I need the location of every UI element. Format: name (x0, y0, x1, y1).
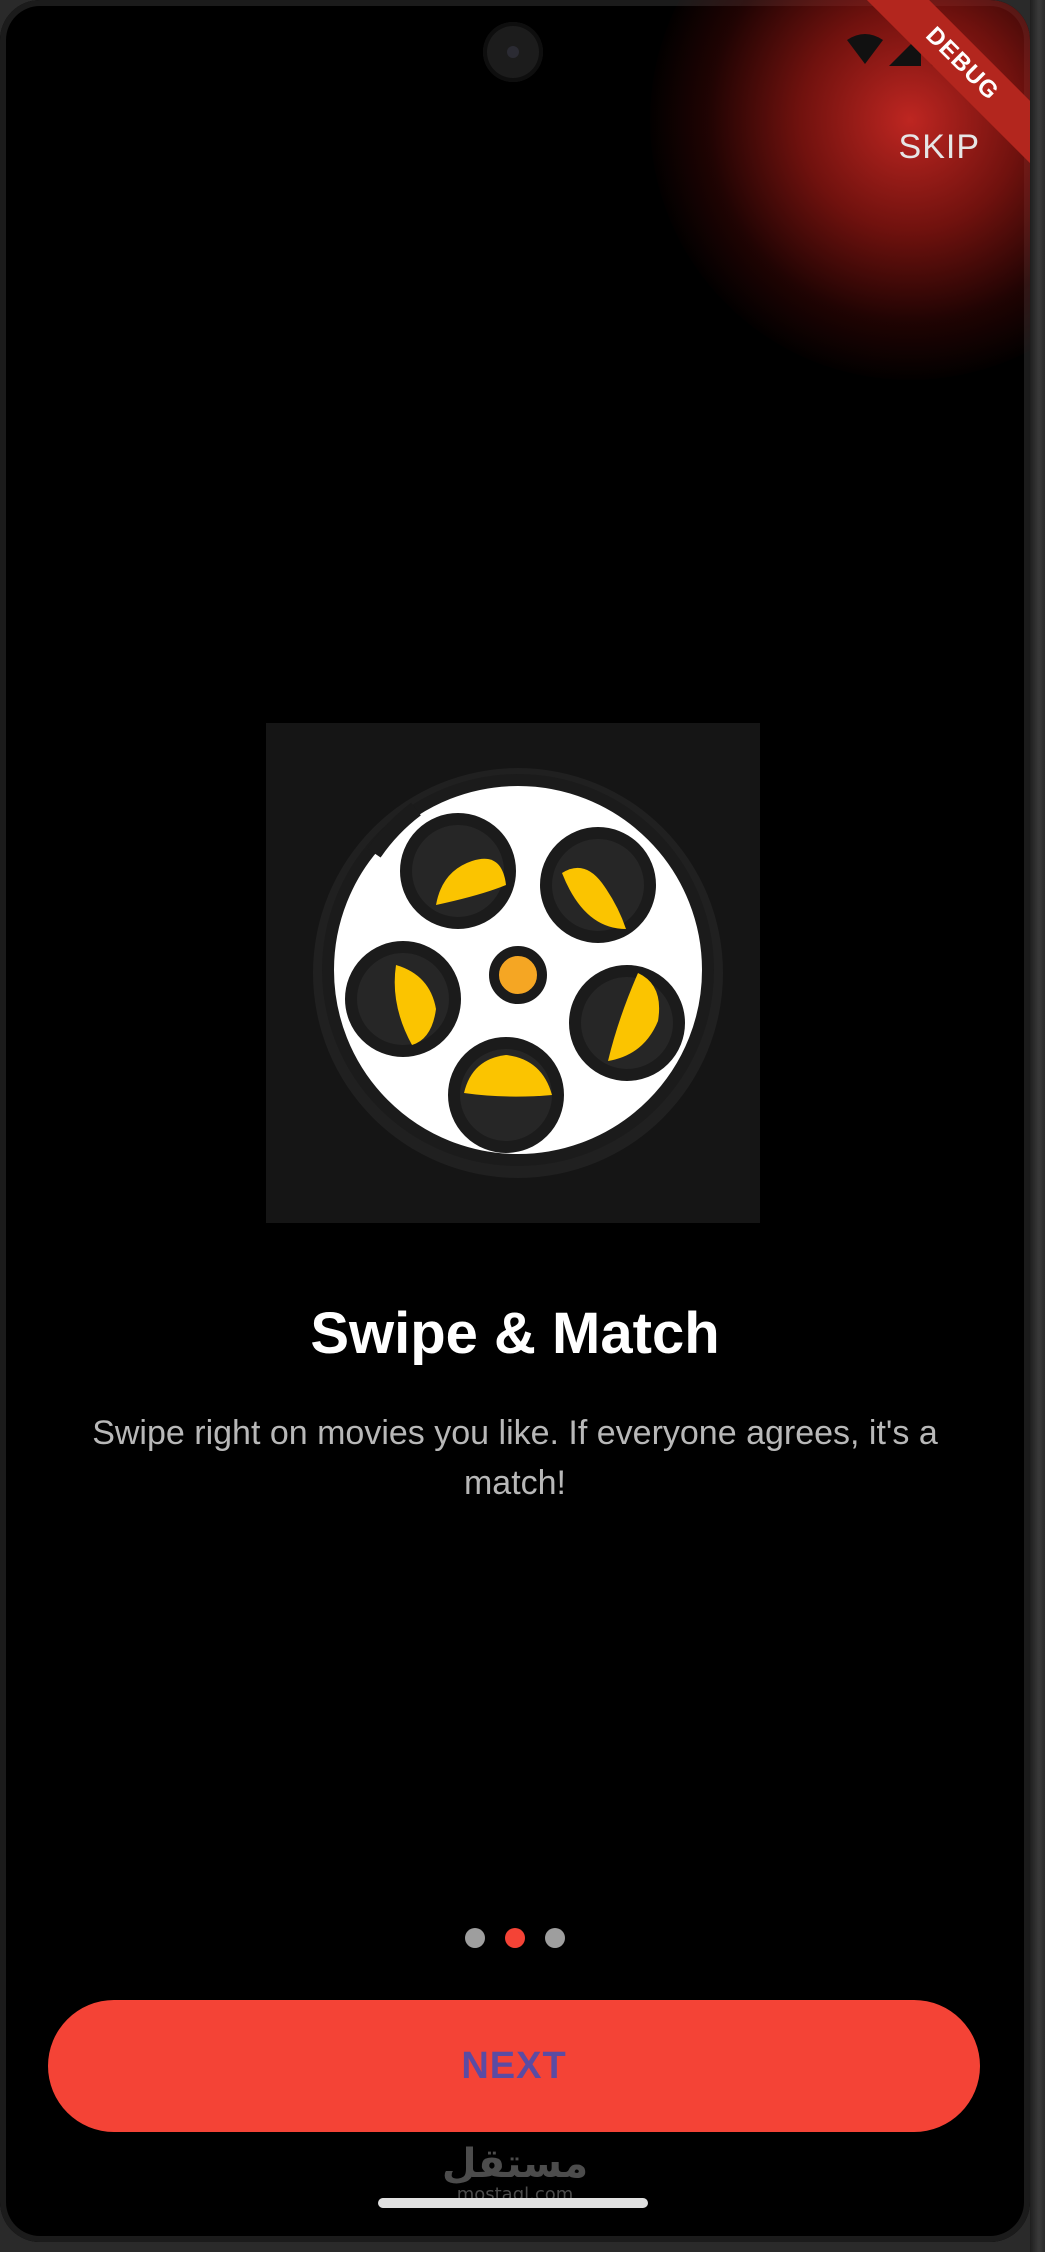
watermark-logo: مستقل (441, 2141, 589, 2187)
onboarding-title: Swipe & Match (310, 1301, 720, 1366)
onboarding-description: Swipe right on movies you like. If every… (92, 1414, 938, 1502)
page-indicator (0, 1928, 1030, 1948)
device-frame-edge (1030, 0, 1045, 2252)
page-dot[interactable] (545, 1928, 565, 1948)
next-button[interactable]: NEXT (48, 2000, 980, 2132)
phone-screen: DEBUG SKIP Swipe & Match Swipe right on … (0, 0, 1030, 2242)
front-camera (483, 22, 543, 82)
watermark: مستقل mostaql.com (0, 2142, 1030, 2204)
page-dot-active[interactable] (505, 1928, 525, 1948)
page-dot[interactable] (465, 1928, 485, 1948)
wifi-icon (847, 34, 883, 64)
home-indicator[interactable] (378, 2198, 648, 2208)
skip-button[interactable]: SKIP (899, 128, 980, 167)
film-reel-icon (313, 768, 723, 1178)
onboarding-illustration (266, 723, 760, 1223)
